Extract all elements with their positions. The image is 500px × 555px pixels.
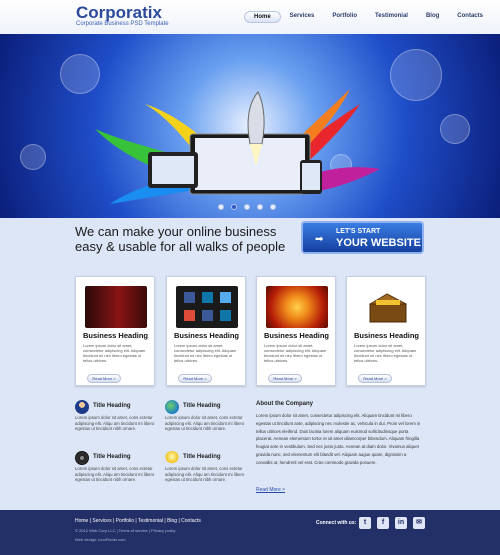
card-title: Business Heading [83, 331, 149, 340]
feature-title: Title Heading [93, 454, 131, 460]
read-more-button[interactable]: Read More > [87, 374, 121, 383]
promo-line: easy & usable for all walks of people [75, 239, 286, 254]
hero-illustration [95, 89, 380, 204]
feature-text: Lorem ipsum dolor sit amet, cons ectetur… [75, 415, 155, 431]
service-card: Business Heading Lorem ipsum dolor sit a… [346, 276, 426, 386]
site-footer: Home | Services | Portfolio | Testimonia… [0, 510, 500, 555]
service-card: Business Heading Lorem ipsum dolor sit a… [166, 276, 246, 386]
rocket [247, 91, 265, 145]
footer-copyright: © 2012 Web Corp LLC | Terms of service |… [75, 528, 176, 533]
feature-title: Title Heading [93, 403, 131, 409]
tile [220, 292, 231, 303]
feature-title: Title Heading [183, 403, 221, 409]
wine-bottle-image [85, 286, 147, 328]
tile [202, 310, 213, 321]
read-more-button[interactable]: Read More > [358, 374, 392, 383]
feature-title: Title Heading [183, 454, 221, 460]
nav-testimonial[interactable]: Testimonial [366, 11, 417, 23]
light-bulb-icon [165, 451, 179, 465]
nav-services[interactable]: Services [281, 11, 324, 23]
about-title: About the Company [256, 401, 313, 407]
email-icon[interactable]: ✉ [413, 517, 425, 529]
main-nav: Home Services Portfolio Testimonial Blog… [244, 11, 492, 23]
twitter-icon[interactable]: t [359, 517, 371, 529]
cta-line2: YOUR WEBSITE [336, 237, 421, 249]
chest-body [369, 303, 407, 323]
nav-portfolio[interactable]: Portfolio [323, 11, 366, 23]
tile [202, 292, 213, 303]
logo[interactable]: Corporatix [76, 3, 162, 23]
service-card: Business Heading Lorem ipsum dolor sit a… [75, 276, 155, 386]
cta-line1: LET'S START [336, 228, 381, 235]
cta-button[interactable]: ➡ LET'S START YOUR WEBSITE [301, 221, 424, 254]
mascot-image [266, 286, 328, 328]
card-text: Lorem ipsum dolor sit amet, consectetur … [83, 343, 146, 363]
about-text: Lorem ipsum dolor sit amet, consectetur … [256, 413, 421, 465]
feature-text: Lorem ipsum dolor sit amet, cons ectetur… [165, 466, 245, 482]
treasure-chest-icon [368, 293, 408, 323]
hero-slider [0, 34, 500, 218]
tile [184, 310, 195, 321]
tagline: Corporate Business PSD Template [76, 21, 169, 27]
linkedin-icon[interactable]: in [395, 517, 407, 529]
footer-design-credit[interactable]: Web design: IconFinder.com [75, 537, 126, 542]
card-text: Lorem ipsum dolor sit amet, consectetur … [354, 343, 417, 363]
read-more-button[interactable]: Read More > [268, 374, 302, 383]
globe-icon [165, 400, 179, 414]
feature-text: Lorem ipsum dolor sit amet, cons ectetur… [165, 415, 245, 431]
nav-home[interactable]: Home [244, 11, 281, 23]
slider-dot[interactable] [218, 204, 224, 210]
card-title: Business Heading [174, 331, 240, 340]
read-more-button[interactable]: Read More > [178, 374, 212, 383]
film-reel-icon [75, 451, 89, 465]
card-text: Lorem ipsum dolor sit amet, consectetur … [264, 343, 327, 363]
promo-line: We can make your online business [75, 224, 277, 239]
monitor-screen [195, 138, 305, 190]
card-text: Lorem ipsum dolor sit amet, consectetur … [174, 343, 237, 363]
slider-pagination [218, 204, 276, 210]
slider-dot[interactable] [244, 204, 250, 210]
social-grid-icons [184, 292, 231, 321]
nav-contacts[interactable]: Contacts [448, 11, 492, 23]
tile [220, 310, 231, 321]
tile [184, 292, 195, 303]
feature-text: Lorem ipsum dolor sit amet, cons ectetur… [75, 466, 155, 482]
user-icon [75, 400, 89, 414]
social-media-image [176, 286, 238, 328]
slider-dot[interactable] [270, 204, 276, 210]
nav-blog[interactable]: Blog [417, 11, 448, 23]
chest-gold [376, 300, 400, 305]
arrow-right-icon: ➡ [315, 234, 324, 245]
connect-label: Connect with us: [316, 520, 357, 526]
facebook-icon[interactable]: f [377, 517, 389, 529]
card-title: Business Heading [354, 331, 420, 340]
phone-screen [302, 163, 320, 190]
treasure-chest-image [356, 286, 418, 328]
card-title: Business Heading [264, 331, 330, 340]
slider-dot-active[interactable] [231, 204, 237, 210]
footer-nav[interactable]: Home | Services | Portfolio | Testimonia… [75, 518, 201, 524]
service-card: Business Heading Lorem ipsum dolor sit a… [256, 276, 336, 386]
slider-dot[interactable] [257, 204, 263, 210]
tablet-screen [152, 156, 194, 184]
promo-text: We can make your online business easy & … [75, 224, 285, 254]
about-read-more-link[interactable]: Read More > [256, 487, 285, 493]
site-header: Corporatix Corporate Business PSD Templa… [0, 0, 500, 34]
